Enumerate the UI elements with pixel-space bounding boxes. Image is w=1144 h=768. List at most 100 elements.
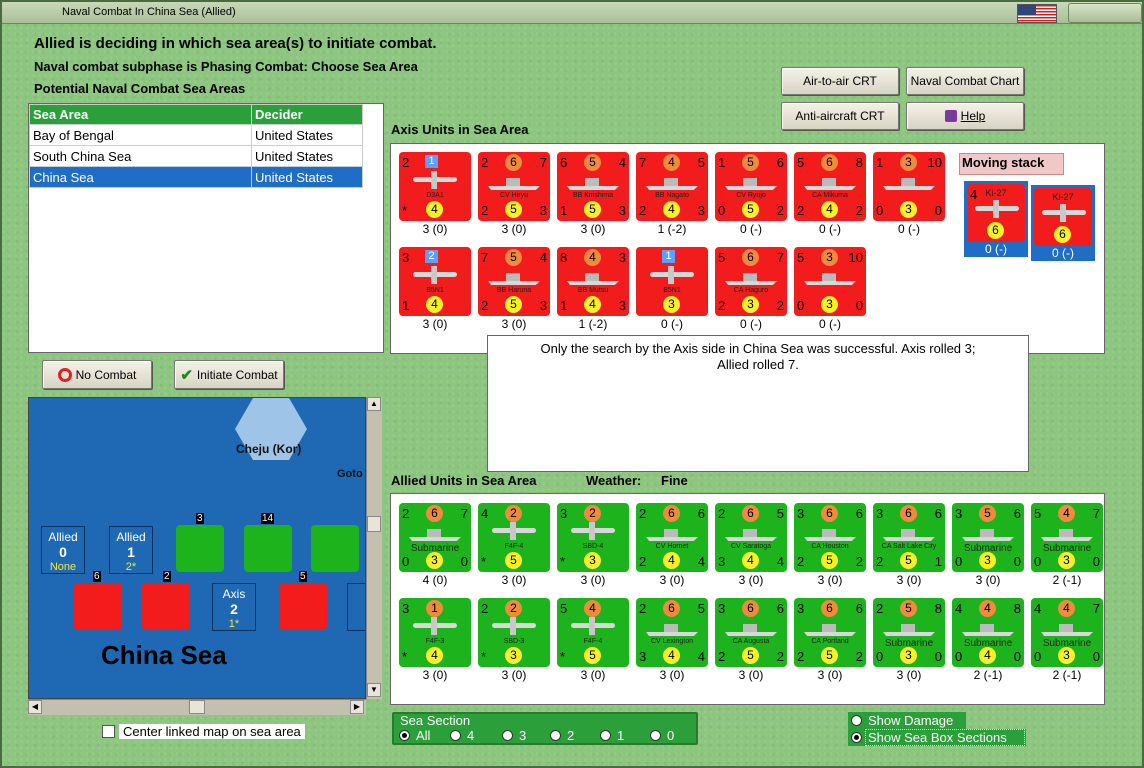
unit-counter[interactable]: 3 6 6 CA Houston 2 2 5 [794, 503, 866, 572]
ship-icon [883, 622, 935, 636]
unit-counter[interactable]: 2 5 6 CV Lexington 3 4 4 [636, 598, 708, 667]
center-linked-map-checkbox[interactable] [102, 725, 115, 738]
axis-sea-box-partial[interactable] [347, 583, 365, 631]
sea-section-radio[interactable] [450, 730, 461, 741]
show-sea-box-sections-radio[interactable] [851, 732, 862, 743]
unit-counter[interactable]: 1 B5N1 3 [636, 247, 708, 316]
counter-bottom-left: * [560, 554, 566, 569]
unit-counter[interactable]: 8 3 4 BB Mutsu 1 3 4 [557, 247, 629, 316]
initiate-combat-button[interactable]: ✔ Initiate Combat [174, 360, 284, 389]
counter-bottom-left: 0 [797, 298, 805, 313]
map-axis-plane-stack[interactable] [279, 583, 327, 630]
help-button[interactable]: Help [906, 102, 1024, 130]
show-damage-radio[interactable] [851, 715, 862, 726]
unit-counter[interactable]: 2 6 6 CV Hornet 2 4 4 [636, 503, 708, 572]
table-row[interactable]: South China Sea United States [29, 145, 363, 167]
map-horizontal-scrollbar[interactable]: ◀ ▶ [28, 699, 366, 715]
scroll-down-icon[interactable]: ▼ [367, 683, 381, 697]
unit-counter[interactable]: 2 1 D3A1 * 4 [399, 152, 471, 221]
naval-combat-chart-label: Naval Combat Chart [910, 74, 1020, 88]
unit-counter[interactable]: 3 6 6 CA Augusta 2 2 5 [715, 598, 787, 667]
map-axis-ship-stack[interactable] [142, 583, 190, 630]
unit-counter[interactable]: 2 8 5 Submarine 0 0 3 [873, 598, 945, 667]
linked-map[interactable]: Cheju (Kor) Goto Allied 0 None Allied 1 … [28, 397, 366, 699]
counter-bottom-circle: 4 [663, 552, 680, 569]
counter-bottom-circle: 3 [900, 647, 917, 664]
table-row[interactable]: Bay of Bengal United States [29, 124, 363, 146]
unit-counter[interactable]: 5 7 6 CA Haguro 2 2 3 [715, 247, 787, 316]
unit-counter[interactable]: 7 5 4 BB Nagato 2 3 4 [636, 152, 708, 221]
unit-counter[interactable]: 3 6 5 Submarine 0 0 3 [952, 503, 1024, 572]
ship-icon [883, 176, 935, 190]
unit-counter[interactable]: 2 5 6 CV Saratoga 3 4 4 [715, 503, 787, 572]
map-allied-sub-stack[interactable] [244, 525, 292, 572]
aircraft-icon [413, 171, 457, 189]
counter-bottom-right: 2 [776, 649, 784, 664]
scroll-left-icon[interactable]: ◀ [28, 700, 42, 714]
counter-name: F4F-4 [504, 543, 524, 550]
no-combat-button[interactable]: No Combat [42, 360, 152, 389]
scroll-right-icon[interactable]: ▶ [350, 700, 364, 714]
anti-aircraft-crt-button[interactable]: Anti-aircraft CRT [781, 102, 899, 130]
unit-counter[interactable]: 3 6 6 CA Salt Lake City 2 1 5 [873, 503, 945, 572]
sea-section-radio[interactable] [600, 730, 611, 741]
unit-counter[interactable]: 2 2 SBD-3 * 3 [478, 598, 550, 667]
counter-bottom-circle: 3 [821, 296, 838, 313]
unit-counter[interactable]: 7 4 5 BB Haruna 2 3 5 [478, 247, 550, 316]
unit-counter[interactable]: 3 2 SBD-4 * 3 [557, 503, 629, 572]
unit-counter[interactable]: 1 10 3 0 0 3 [873, 152, 945, 221]
counter-bottom-circle: 6 [987, 222, 1004, 239]
scroll-thumb[interactable] [367, 516, 381, 532]
map-vertical-scrollbar[interactable]: ▲ ▼ [366, 397, 382, 699]
ship-icon [1041, 527, 1093, 541]
ship-icon [883, 527, 935, 541]
unit-counter[interactable]: 3 2 B5N1 1 4 [399, 247, 471, 316]
sea-section-radio[interactable] [650, 730, 661, 741]
sea-section-option-label: 3 [519, 728, 527, 743]
counter-bottom-circle: 4 [426, 647, 443, 664]
counter-name: CA Haguro [733, 287, 769, 294]
air-to-air-crt-button[interactable]: Air-to-air CRT [781, 67, 899, 95]
unit-counter[interactable]: 6 4 5 BB Kirishima 1 3 5 [557, 152, 629, 221]
sea-area-cell: China Sea [29, 166, 252, 188]
map-axis-plane-stack[interactable] [74, 583, 122, 630]
unit-counter[interactable]: 5 7 4 Submarine 0 0 3 [1031, 503, 1103, 572]
unit-counter[interactable]: 4 8 4 Submarine 0 0 4 [952, 598, 1024, 667]
table-header-row: Sea Area Decider [29, 104, 363, 125]
naval-combat-chart-button[interactable]: Naval Combat Chart [906, 67, 1024, 95]
unit-counter[interactable]: 4 7 4 Submarine 0 0 3 [1031, 598, 1103, 667]
allied-sea-box-1[interactable]: Allied 1 2* [109, 526, 153, 574]
unit-counter[interactable]: 3 1 F4F-3 * 4 [399, 598, 471, 667]
counter-top-right: 6 [1013, 506, 1021, 521]
counter-bottom-left: 0 [876, 203, 884, 218]
hex-label: Cheju (Kor) [236, 442, 302, 456]
counter-top-circle: 6 [821, 505, 838, 522]
title-bar-button[interactable] [1068, 3, 1142, 23]
unit-counter[interactable]: 5 10 3 0 0 3 [794, 247, 866, 316]
counter-name: BB Mutsu [577, 287, 609, 294]
allied-sea-box-0[interactable]: Allied 0 None [41, 526, 85, 574]
unit-counter[interactable]: 1 6 5 CV Ryujo 0 2 5 [715, 152, 787, 221]
counter-top-circle: 6 [821, 600, 838, 617]
unit-counter[interactable]: 4 2 F4F-4 * 5 [478, 503, 550, 572]
axis-sea-box-2[interactable]: Axis 2 1* [212, 583, 256, 631]
unit-counter[interactable]: 3 6 6 CA Portland 2 2 5 [794, 598, 866, 667]
scroll-up-icon[interactable]: ▲ [367, 397, 381, 411]
allied-box-note: None [49, 561, 77, 573]
counter-name: CV Hiryu [499, 192, 528, 199]
unit-counter[interactable]: 2 7 6 Submarine 0 0 3 [399, 503, 471, 572]
moving-unit-counter[interactable]: Ki-27 6 [1034, 188, 1092, 246]
map-allied-sub-stack[interactable] [176, 525, 224, 572]
ship-icon [804, 527, 856, 541]
sea-section-radio[interactable] [399, 730, 410, 741]
scroll-thumb[interactable] [189, 700, 205, 714]
map-allied-sub-stack[interactable] [311, 525, 359, 572]
table-row-selected[interactable]: China Sea United States [29, 166, 363, 188]
unit-counter[interactable]: 5 8 6 CA Mikuma 2 2 4 [794, 152, 866, 221]
sea-section-radio[interactable] [502, 730, 513, 741]
unit-counter[interactable]: 2 7 6 CV Hiryu 2 3 5 [478, 152, 550, 221]
moving-unit-counter[interactable]: 4 Ki-27 6 [967, 184, 1025, 242]
unit-counter[interactable]: 5 4 F4F-4 * 5 [557, 598, 629, 667]
counter-bottom-right: 3 [539, 203, 547, 218]
sea-section-radio[interactable] [550, 730, 561, 741]
